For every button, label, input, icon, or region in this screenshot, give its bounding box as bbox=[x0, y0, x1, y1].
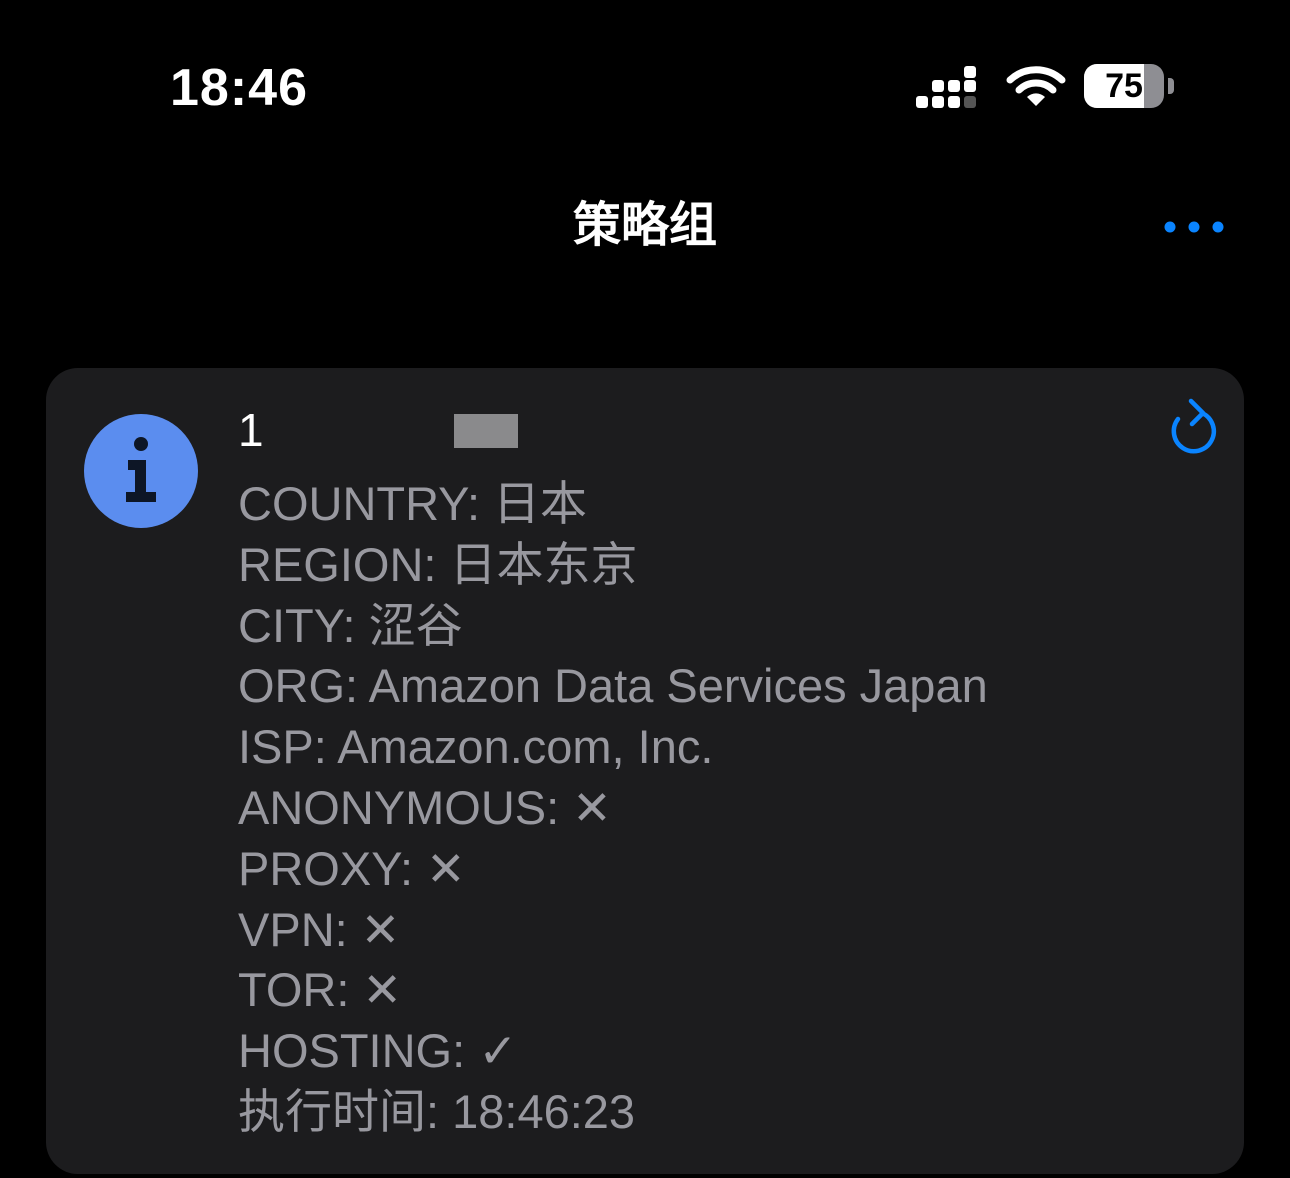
redaction-mask bbox=[518, 404, 588, 456]
detail-region: REGION: 日本东京 bbox=[238, 537, 638, 591]
info-icon bbox=[84, 414, 198, 528]
ip-details: COUNTRY: 日本 REGION: 日本东京 CITY: 涩谷 ORG: A… bbox=[238, 474, 988, 1143]
status-icons: 75 bbox=[912, 62, 1182, 114]
detail-org: ORG: Amazon Data Services Japan bbox=[238, 659, 988, 713]
more-icon[interactable] bbox=[1156, 206, 1232, 248]
status-time: 18:46 bbox=[170, 59, 308, 117]
battery-icon: 75 bbox=[1084, 64, 1174, 108]
battery-body: 75 bbox=[1084, 64, 1164, 108]
detail-isp: ISP: Amazon.com, Inc. bbox=[238, 720, 714, 774]
detail-hosting: HOSTING: ✓ bbox=[238, 1024, 518, 1078]
detail-exec-time: 执行时间: 18:46:23 bbox=[238, 1084, 636, 1138]
detail-country: COUNTRY: 日本 bbox=[238, 477, 588, 530]
redaction-block bbox=[454, 414, 518, 448]
detail-city: CITY: 涩谷 bbox=[238, 598, 463, 652]
wifi-icon bbox=[1006, 66, 1066, 106]
detail-anonymous: ANONYMOUS: ✕ bbox=[238, 780, 612, 834]
ip-info-card: 1 COUNTRY: 日本 REGION: 日本东京 CITY: 涩谷 ORG:… bbox=[46, 368, 1244, 1174]
status-bar: 18:46 75 bbox=[0, 0, 1290, 150]
ip-address: 1 bbox=[238, 404, 264, 456]
page-title: 策略组 bbox=[572, 199, 717, 252]
redaction-mask bbox=[268, 404, 388, 456]
refresh-icon[interactable] bbox=[1162, 398, 1226, 462]
battery-level: 75 bbox=[1105, 67, 1143, 105]
battery-cap bbox=[1168, 78, 1174, 94]
detail-tor: TOR: ✕ bbox=[238, 963, 402, 1017]
signal-icon bbox=[916, 66, 976, 108]
detail-vpn: VPN: ✕ bbox=[238, 902, 401, 956]
detail-proxy: PROXY: ✕ bbox=[238, 841, 466, 895]
nav-bar: 策略组 bbox=[0, 180, 1290, 276]
